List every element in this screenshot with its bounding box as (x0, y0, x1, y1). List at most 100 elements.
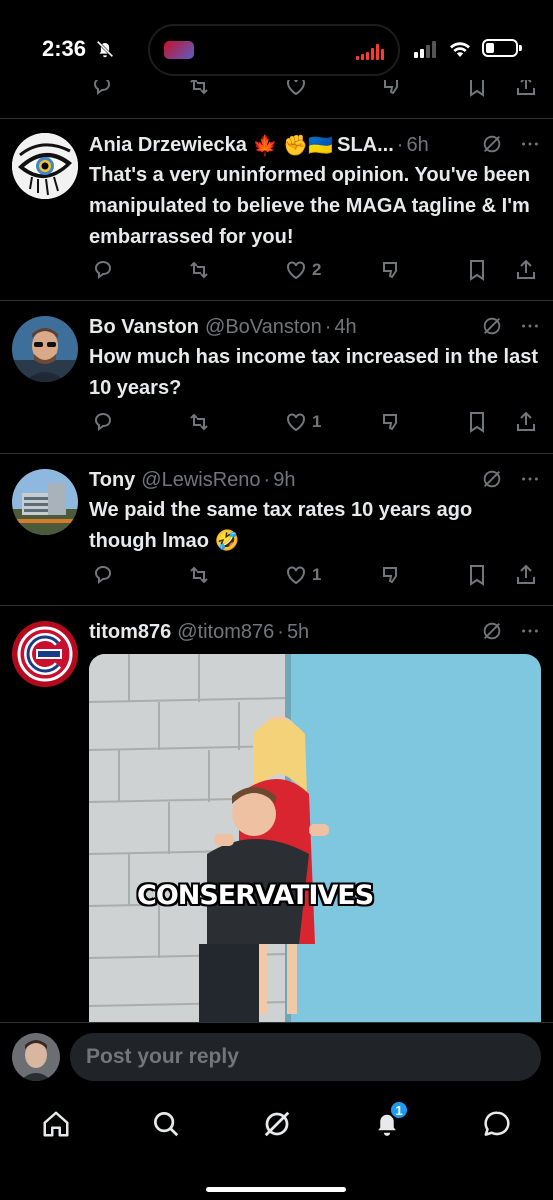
tweet-actions: 2 (89, 258, 539, 284)
more-icon[interactable] (519, 468, 541, 490)
dislike-icon[interactable] (380, 80, 404, 98)
repost-button[interactable] (187, 410, 211, 434)
share-button[interactable] (514, 410, 538, 434)
user-avatar[interactable] (12, 1033, 60, 1081)
tweet-media-image[interactable]: CONSERVATIVES (89, 654, 541, 1024)
handle[interactable]: @titom876 (177, 621, 274, 644)
share-icon (517, 411, 535, 431)
bookmark-button[interactable] (465, 410, 489, 434)
home-icon (43, 1111, 69, 1137)
handle[interactable]: @LewisReno (141, 469, 260, 492)
share-icon (517, 564, 535, 584)
like-button[interactable]: 1 (284, 563, 321, 587)
tweet-header: Tony @LewisReno · 9h (89, 466, 541, 494)
bookmark-button[interactable] (465, 258, 489, 282)
search-icon (154, 1112, 179, 1137)
avatar[interactable] (12, 133, 78, 199)
repost-button[interactable] (187, 258, 211, 282)
nav-home[interactable] (36, 1104, 76, 1144)
tweet-text: That's a very uninformed opinion. You've… (89, 164, 531, 248)
tweet[interactable]: Tony @LewisReno · 9h We paid the same ta… (0, 453, 553, 605)
grok-icon[interactable] (481, 315, 503, 337)
tweet-header: titom876 @titom876 · 5h (89, 618, 541, 646)
reply-composer (0, 1022, 553, 1092)
like-button[interactable]: 2 (284, 258, 321, 282)
dislike-button[interactable] (379, 563, 403, 587)
tweet-header: Bo Vanston @BoVanston · 4h (89, 313, 541, 341)
like-button[interactable]: 1 (284, 410, 321, 434)
display-name[interactable]: Tony (89, 469, 135, 492)
wifi-icon (450, 42, 470, 57)
share-button[interactable] (514, 258, 538, 282)
nav-notifications[interactable]: 1 (367, 1100, 409, 1144)
like-count: 1 (312, 412, 322, 431)
tweet-text: How much has income tax increased in the… (89, 346, 539, 399)
tweet[interactable]: Bo Vanston @BoVanston · 4h How much has … (0, 300, 553, 453)
reply-icon (94, 261, 112, 279)
bookmark-button[interactable] (465, 563, 489, 587)
reply-icon (94, 413, 112, 431)
more-icon[interactable] (519, 620, 541, 642)
reply-icon[interactable] (90, 80, 114, 98)
nav-search[interactable] (146, 1104, 186, 1144)
separator: · (324, 315, 332, 338)
separator: · (396, 133, 404, 156)
dislike-icon (383, 567, 397, 584)
repost-icon[interactable] (187, 80, 211, 98)
avatar[interactable] (12, 316, 78, 382)
battery-icon (482, 39, 522, 57)
nav-grok[interactable] (257, 1104, 297, 1144)
like-count: 1 (312, 565, 322, 584)
timestamp[interactable]: 9h (273, 469, 295, 492)
tweet[interactable]: Ania Drzewiecka 🍁 ✊🇺🇦 SLA... · 6h That's… (0, 118, 553, 300)
name-suffix[interactable]: SLA... (337, 134, 394, 157)
display-name[interactable]: titom876 (89, 621, 171, 644)
like-icon (287, 566, 305, 585)
like-icon (287, 413, 305, 432)
status-time: 2:36 (42, 36, 87, 61)
repost-icon (190, 261, 208, 279)
timestamp[interactable]: 4h (334, 316, 356, 339)
tweet-actions: 1 (89, 563, 539, 589)
share-icon[interactable] (514, 80, 538, 98)
notification-badge: 1 (389, 1100, 409, 1120)
more-icon[interactable] (519, 315, 541, 337)
tweet-header: Ania Drzewiecka 🍁 ✊🇺🇦 SLA... · 6h (89, 131, 541, 159)
name-emoji: 🍁 ✊🇺🇦 (252, 134, 334, 157)
timestamp[interactable]: 5h (287, 621, 309, 644)
more-icon[interactable] (519, 133, 541, 155)
display-name[interactable]: Ania Drzewiecka (89, 134, 247, 157)
like-icon[interactable] (284, 80, 308, 98)
grok-icon[interactable] (481, 133, 503, 155)
repost-button[interactable] (187, 563, 211, 587)
now-playing-thumbnail (164, 41, 194, 59)
grok-icon[interactable] (481, 468, 503, 490)
timestamp[interactable]: 6h (406, 134, 428, 157)
signal-icon (414, 40, 436, 58)
audio-bars-icon (356, 42, 384, 60)
dynamic-island[interactable] (148, 24, 400, 76)
avatar[interactable] (12, 469, 78, 535)
bell-off-icon (96, 40, 114, 58)
grok-icon[interactable] (481, 620, 503, 642)
bookmark-icon (470, 565, 484, 586)
meme-caption: CONSERVATIVES (137, 880, 374, 911)
display-name[interactable]: Bo Vanston (89, 316, 199, 339)
separator: · (277, 620, 284, 643)
like-count: 2 (312, 260, 322, 279)
like-icon (287, 261, 305, 280)
share-button[interactable] (514, 563, 538, 587)
reply-button[interactable] (91, 410, 115, 434)
reply-button[interactable] (91, 258, 115, 282)
handle[interactable]: @BoVanston (205, 316, 322, 339)
reply-button[interactable] (91, 563, 115, 587)
avatar[interactable] (12, 621, 78, 687)
bookmark-icon[interactable] (465, 80, 489, 98)
nav-messages[interactable] (477, 1104, 517, 1144)
bottom-navigation: 1 (0, 1092, 553, 1200)
tweet-text: We paid the same tax rates 10 years ago … (89, 499, 473, 552)
dislike-button[interactable] (379, 258, 403, 282)
dislike-button[interactable] (379, 410, 403, 434)
grok-icon (264, 1111, 290, 1137)
reply-input[interactable] (70, 1033, 541, 1081)
